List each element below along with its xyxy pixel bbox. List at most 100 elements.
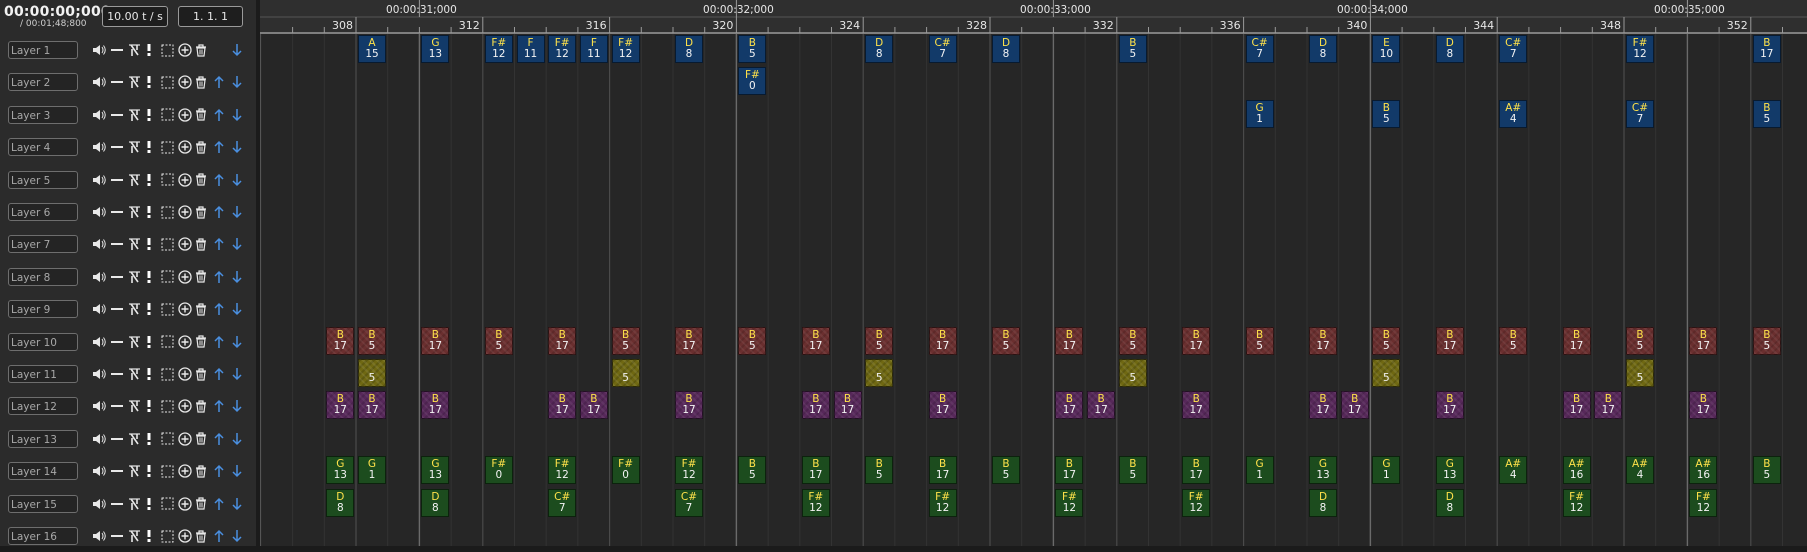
note-block[interactable]: B 17 [1689, 326, 1718, 355]
delete-icon[interactable] [194, 462, 208, 480]
select-box-icon[interactable] [160, 73, 175, 91]
note-block[interactable]: F 11 [579, 35, 608, 63]
solo-dash-icon[interactable] [110, 430, 124, 448]
note-block[interactable]: B 17 [421, 391, 450, 420]
select-box-icon[interactable] [160, 300, 175, 318]
note-block[interactable]: G 13 [1435, 456, 1464, 485]
delete-icon[interactable] [194, 333, 208, 351]
add-icon[interactable] [177, 138, 193, 156]
move-down-icon[interactable] [230, 268, 244, 286]
move-down-icon[interactable] [230, 171, 244, 189]
lock-icon[interactable] [126, 138, 142, 156]
select-box-icon[interactable] [160, 171, 175, 189]
note-block[interactable]: F# 12 [801, 488, 830, 517]
solo-dash-icon[interactable] [110, 203, 124, 221]
exclamation-icon[interactable] [145, 527, 153, 545]
note-block[interactable]: 5 [1118, 359, 1147, 387]
note-block[interactable]: G 13 [421, 35, 450, 63]
note-block[interactable]: B5 [1752, 326, 1781, 355]
add-icon[interactable] [177, 203, 193, 221]
layer-name-field[interactable]: Layer 13 [8, 429, 78, 448]
speaker-icon[interactable] [91, 300, 107, 318]
note-block[interactable]: F# 0 [484, 456, 513, 485]
exclamation-icon[interactable] [145, 106, 153, 124]
note-block[interactable]: F# 0 [611, 456, 640, 485]
add-icon[interactable] [177, 106, 193, 124]
note-block[interactable]: B5 [1752, 456, 1781, 485]
layer-name-field[interactable]: Layer 9 [8, 300, 78, 319]
note-block[interactable]: B5 [358, 326, 386, 355]
note-block[interactable]: C# 7 [548, 488, 577, 517]
add-icon[interactable] [177, 365, 193, 383]
note-block[interactable]: F# 12 [928, 488, 957, 517]
add-icon[interactable] [177, 397, 193, 415]
speaker-icon[interactable] [91, 268, 107, 286]
move-up-icon[interactable] [212, 300, 226, 318]
move-up-icon[interactable] [212, 527, 226, 545]
note-block[interactable]: G1 [358, 456, 386, 485]
note-block[interactable]: B 17 [1435, 326, 1464, 355]
note-block[interactable]: B5 [1118, 35, 1147, 63]
note-block[interactable]: B 17 [358, 391, 386, 420]
move-up-icon[interactable] [212, 333, 226, 351]
note-block[interactable]: 5 [358, 359, 386, 387]
note-block[interactable]: C# 7 [1245, 35, 1274, 63]
move-up-icon[interactable] [212, 106, 226, 124]
layer-name-field[interactable]: Layer 6 [8, 203, 78, 221]
note-block[interactable]: 5 [1372, 359, 1401, 387]
note-block[interactable]: F# 12 [1626, 35, 1654, 63]
note-block[interactable]: B5 [738, 35, 767, 63]
layer-name-field[interactable]: Layer 7 [8, 235, 78, 254]
delete-icon[interactable] [194, 397, 208, 415]
note-block[interactable]: B5 [1118, 456, 1147, 485]
position-field[interactable]: 1. 1. 1 [178, 6, 243, 27]
exclamation-icon[interactable] [145, 462, 153, 480]
layer-name-field[interactable]: Layer 2 [8, 73, 78, 92]
move-up-icon[interactable] [212, 235, 226, 253]
note-block[interactable]: B 17 [1055, 391, 1084, 420]
select-box-icon[interactable] [160, 203, 175, 221]
move-up-icon[interactable] [212, 365, 226, 383]
lock-icon[interactable] [126, 527, 142, 545]
note-block[interactable]: F# 12 [484, 35, 513, 63]
note-block[interactable]: F# 12 [675, 456, 703, 485]
note-block[interactable]: B5 [484, 326, 513, 355]
delete-icon[interactable] [194, 138, 208, 156]
move-up-icon[interactable] [212, 430, 226, 448]
note-block[interactable]: F# 0 [738, 67, 767, 96]
note-block[interactable]: G1 [1245, 99, 1274, 128]
delete-icon[interactable] [194, 495, 208, 513]
note-block[interactable]: F# 12 [1689, 488, 1718, 517]
note-block[interactable]: B 17 [1689, 391, 1718, 420]
layer-name-field[interactable]: Layer 11 [8, 365, 78, 383]
note-block[interactable]: G1 [1245, 456, 1274, 485]
note-block[interactable]: B 17 [801, 456, 830, 485]
move-down-icon[interactable] [230, 527, 244, 545]
note-block[interactable]: B 17 [1182, 391, 1211, 420]
delete-icon[interactable] [194, 268, 208, 286]
note-block[interactable]: B 17 [928, 326, 957, 355]
move-up-icon[interactable] [212, 495, 226, 513]
add-icon[interactable] [177, 171, 193, 189]
note-block[interactable]: F# 12 [1055, 488, 1084, 517]
add-icon[interactable] [177, 495, 193, 513]
add-icon[interactable] [177, 300, 193, 318]
delete-icon[interactable] [194, 203, 208, 221]
speaker-icon[interactable] [91, 171, 107, 189]
note-block[interactable]: B 17 [1182, 456, 1211, 485]
note-block[interactable]: B5 [1118, 326, 1147, 355]
note-block[interactable]: A# 4 [1499, 99, 1528, 128]
move-up-icon[interactable] [212, 171, 226, 189]
tempo-field[interactable]: 10.00 t / s [102, 6, 168, 27]
solo-dash-icon[interactable] [110, 527, 124, 545]
add-icon[interactable] [177, 527, 193, 545]
note-block[interactable]: A 15 [358, 35, 386, 63]
lock-icon[interactable] [126, 430, 142, 448]
solo-dash-icon[interactable] [110, 462, 124, 480]
lock-icon[interactable] [126, 268, 142, 286]
select-box-icon[interactable] [160, 430, 175, 448]
lock-icon[interactable] [126, 41, 142, 59]
delete-icon[interactable] [194, 171, 208, 189]
note-block[interactable]: A# 4 [1626, 456, 1654, 485]
layer-name-field[interactable]: Layer 1 [8, 41, 78, 59]
